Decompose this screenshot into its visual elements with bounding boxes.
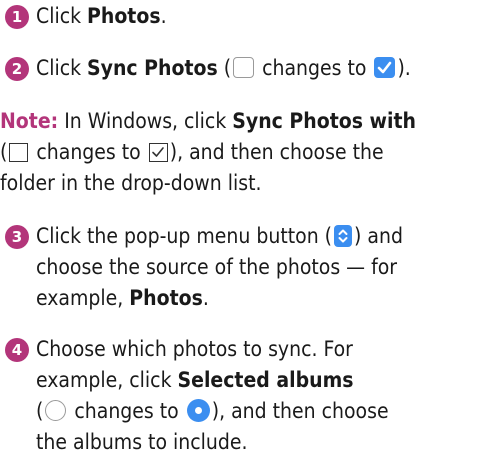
text-run: ( [0,140,8,164]
popup-menu-button-icon [334,225,353,247]
text-run: ( [217,56,232,80]
text-run: ( [36,399,44,423]
radio-empty-icon [45,400,67,421]
text-run: example, click [36,368,178,392]
radio-dot [194,407,202,414]
note-line: Note: In Windows, click Sync Photos with [0,106,494,137]
step-line: Click Photos. [36,1,167,32]
note-line: ( changes to ), and then choose the [0,137,494,168]
step-number-badge: 3 [5,225,29,249]
step-number-badge: 4 [5,338,29,362]
text-run: Click the pop-up menu button ( [36,224,333,248]
text-run: . [202,286,209,310]
step-number-badge: 2 [5,57,29,81]
text-run: example, [36,286,130,310]
text-run: ), and then choose [211,399,389,423]
text-run: Click [36,56,88,80]
step-text: Click Photos. [36,1,167,32]
step-line: ( changes to ), and then choose [36,396,389,427]
bold-term: Photos [87,4,161,28]
bold-term: Photos [129,286,203,310]
step-number-badge: 1 [5,5,29,29]
step-text: Choose which photos to sync. For example… [36,334,389,458]
text-run: In Windows, click [58,109,233,133]
text-run: . [160,4,167,28]
text-run: ). [397,56,411,80]
bold-term: Selected albums [177,368,354,392]
text-run: ), and then choose the [169,140,384,164]
text-run: ) and [354,224,403,248]
step-line: choose the source of the photos — for [36,255,398,279]
windows-checkbox-empty-icon [9,143,29,162]
radio-selected-icon [186,399,210,422]
checkbox-checked-icon [374,57,396,78]
step-line: example, Photos. [36,283,403,314]
text-run: changes to [256,56,373,80]
text-run: changes to [68,399,185,423]
instruction-page: 1 Click Photos. 2 Click Sync Photos ( ch… [0,0,494,476]
bold-term: Sync Photos with [232,109,416,133]
text-run: changes to [30,140,147,164]
step-line: Click Sync Photos ( changes to ). [36,53,411,84]
note-label: Note: [0,109,59,133]
step-text: Click the pop-up menu button ( ) and choo… [36,221,403,314]
note-line: folder in the drop-down list. [0,171,262,195]
step-line: example, click Selected albums [36,365,389,396]
bold-term: Sync Photos [87,56,218,80]
step-line: Choose which photos to sync. For [36,337,353,361]
note-block: Note: In Windows, click Sync Photos with… [0,106,494,199]
checkbox-empty-icon [233,57,255,78]
step-text: Click Sync Photos ( changes to ). [36,53,411,84]
text-run: Click [36,4,88,28]
step-line: Click the pop-up menu button ( ) and [36,221,403,252]
step-line: the albums to include. [36,430,248,454]
windows-checkbox-checked-icon [148,143,168,162]
